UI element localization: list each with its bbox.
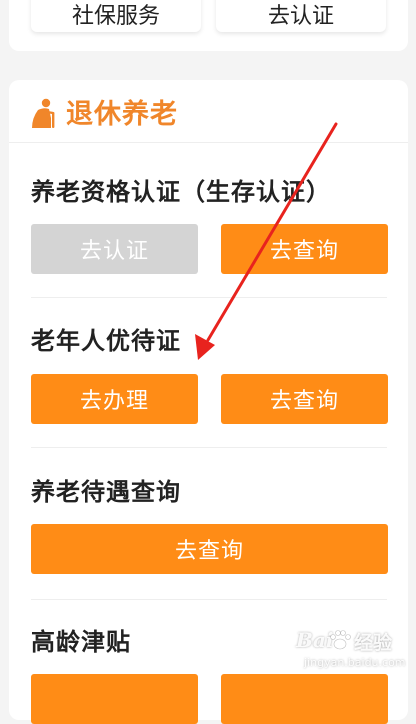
senior-card-query-button[interactable]: 去查询 — [221, 374, 388, 424]
pension-query-button[interactable]: 去查询 — [221, 224, 388, 274]
section-title: 退休养老 — [66, 99, 178, 130]
elderly-person-icon — [32, 98, 55, 128]
top-certify-label: 去认证 — [267, 4, 334, 29]
pension-certify-button[interactable]: 去认证 — [31, 224, 198, 274]
baidu-jingyan-watermark: Bai 经验 jingyan.baidu.com — [296, 628, 412, 678]
divider — [31, 447, 387, 448]
watermark-url: jingyan.baidu.com — [304, 656, 406, 669]
social-security-service-label: 社保服务 — [71, 4, 160, 29]
retirement-section-card: 退休养老 养老资格认证（生存认证） 去认证 去查询 老年人优待证 去办理 去查询… — [9, 80, 408, 724]
top-certify-button[interactable]: 去认证 — [216, 0, 386, 32]
top-service-card: 社保服务 去认证 — [9, 0, 408, 51]
pension-benefit-title: 养老待遇查询 — [31, 478, 181, 506]
paw-icon — [330, 630, 351, 650]
divider — [31, 297, 387, 298]
pension-benefit-query-button[interactable]: 去查询 — [31, 524, 388, 574]
section-header: 退休养老 — [9, 80, 408, 143]
senior-card-apply-button[interactable]: 去办理 — [31, 374, 198, 424]
divider — [31, 599, 387, 600]
social-security-service-button[interactable]: 社保服务 — [31, 0, 201, 32]
watermark-text: 经验 — [354, 632, 393, 654]
senior-card-title: 老年人优待证 — [31, 327, 181, 355]
pension-qualification-title: 养老资格认证（生存认证） — [31, 178, 331, 206]
elderly-allowance-title: 高龄津贴 — [31, 628, 131, 656]
